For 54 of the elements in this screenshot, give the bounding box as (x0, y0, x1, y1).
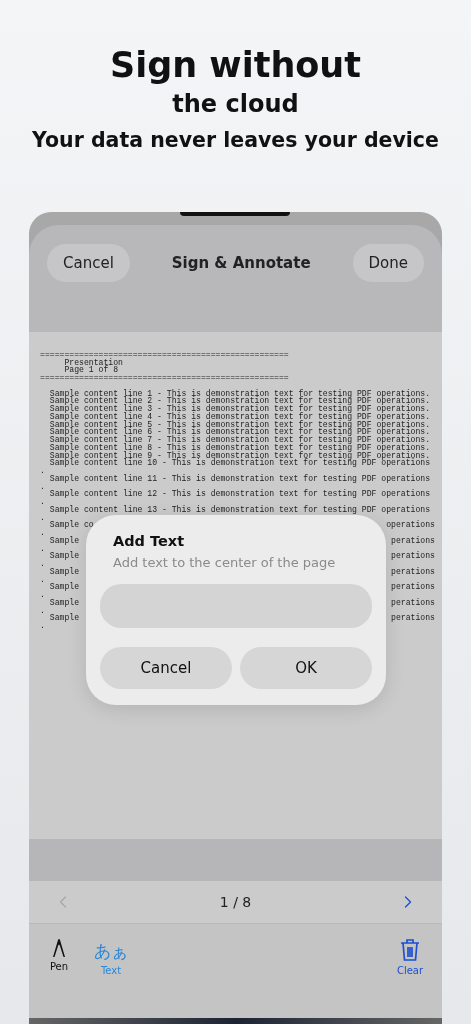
tool-button[interactable]: Pen (39, 938, 79, 1018)
input-field[interactable] (100, 583, 372, 628)
dialog-button[interactable]: OK (240, 646, 372, 689)
dot-text: . (40, 622, 45, 630)
dot-text: . (40, 544, 45, 553)
document-heading: Presentation (64, 358, 123, 367)
cancel-button[interactable]: Cancel (47, 244, 130, 282)
document-line: Sample (49, 552, 79, 561)
document-line: Sample content line 4 - This is demonstration text for testing PDF operations. (49, 412, 431, 421)
document-line: perations (391, 583, 435, 592)
document-line: operations (386, 521, 435, 530)
document-line: perations (391, 567, 435, 576)
document-line: Sample (49, 614, 79, 623)
document-line: Sample content line 8 - This is demonstration text for testing PDF operations. (49, 443, 431, 452)
dot-text: . (40, 529, 45, 537)
text-glyph-icon: あぁ (94, 940, 128, 963)
promo-title: Sign without (109, 44, 361, 87)
document-line: Sample co (49, 521, 94, 530)
dialog-message: Add text to the center of the page (112, 554, 337, 570)
dialog-title: Add Text (112, 532, 186, 549)
document-line: Sample content line 10 - This is demonstration text for testing PDF operations (49, 459, 431, 468)
document-line: Sample content line 7 - This is demonstration text for testing PDF operations. (49, 436, 431, 444)
document-line: perations (391, 614, 435, 623)
dot-text: . (40, 498, 45, 506)
separator-text: =================================================== (40, 374, 289, 382)
dot-text: . (40, 606, 45, 615)
dot-text: . (40, 591, 45, 599)
document-line: Sample (49, 583, 79, 592)
trash-icon (400, 938, 420, 963)
document-line: Sample (49, 567, 79, 576)
document-line: Sample content line 13 - This is demonstration text for testing PDF operations (49, 505, 431, 514)
dot-text: . (40, 482, 45, 491)
document-line: perations (391, 536, 435, 545)
document-line: Sample content line 11 - This is demonstration text for testing PDF operations (49, 474, 431, 483)
page-indicator: 1 / 8 (219, 894, 252, 911)
nav-title: Sign & Annotate (171, 253, 311, 274)
promo-subtitle: the cloud (172, 89, 299, 120)
document-line: Sample (49, 536, 79, 545)
dot-text: . (40, 575, 45, 584)
tool-button[interactable]: Clear (390, 938, 430, 1018)
document-line: Sample (49, 598, 79, 607)
dot-text: . (40, 560, 45, 568)
promo-tagline: Your data never leaves your device (32, 127, 439, 154)
dot-text: . (40, 467, 45, 475)
done-button[interactable]: Done (352, 244, 424, 282)
document-line: perations (391, 552, 435, 561)
document-heading: Page 1 of 8 (64, 366, 118, 375)
document-line: perations (391, 598, 435, 607)
dialog-button[interactable]: Cancel (100, 646, 232, 689)
separator-text: =================================================== (40, 350, 289, 359)
dot-text: . (40, 513, 45, 522)
document-line: Sample content line 3 - This is demonstration text for testing PDF operations. (49, 405, 431, 413)
document-line: Sample content line 12 - This is demonstration text for testing PDF operations (49, 490, 431, 499)
pen-nib-icon (52, 938, 66, 959)
